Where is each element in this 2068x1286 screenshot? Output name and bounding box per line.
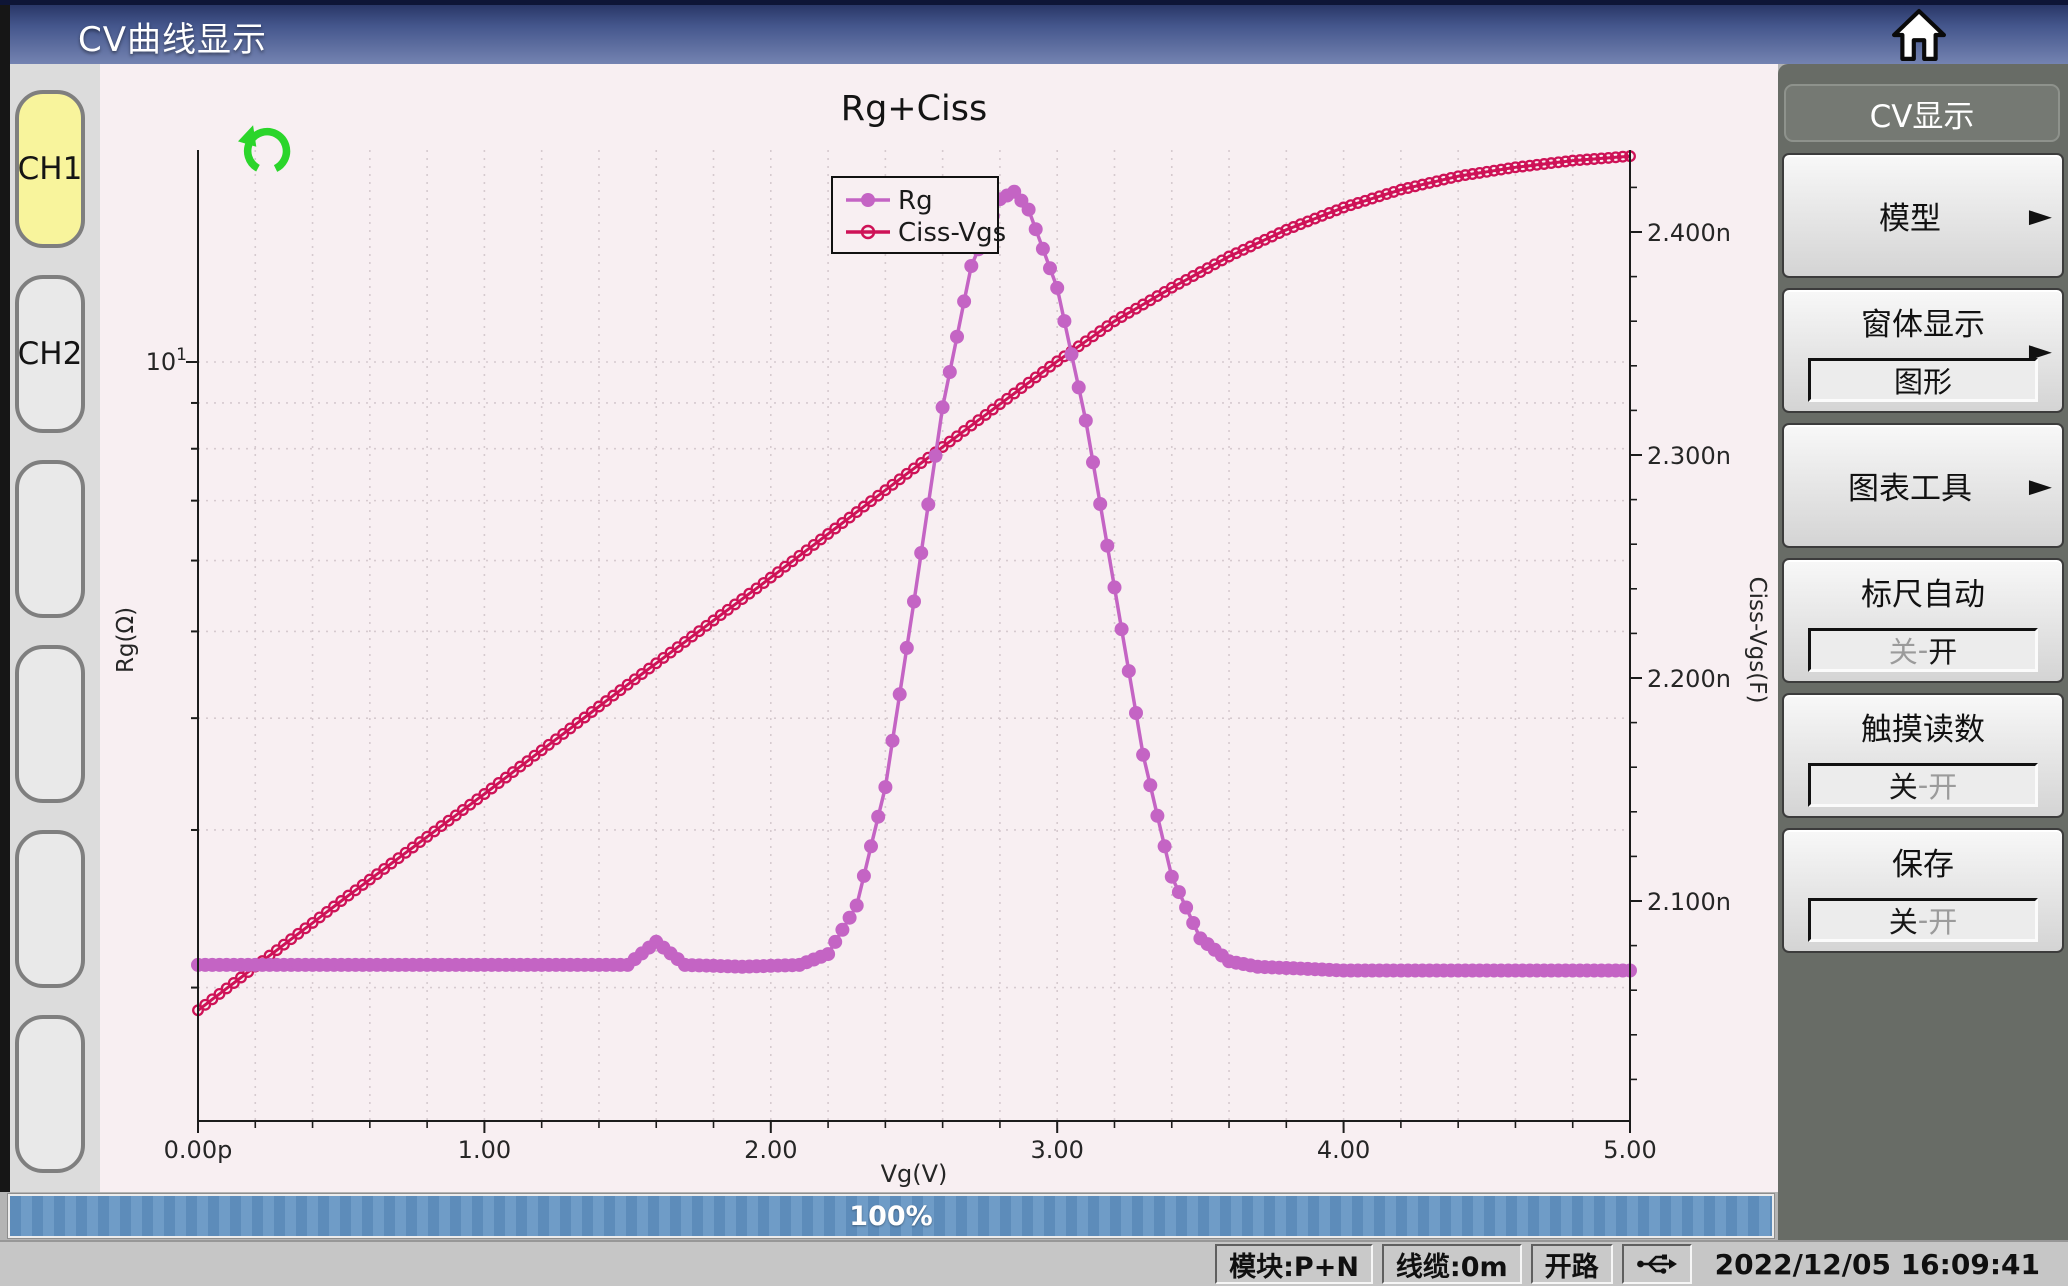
svg-text:1.00: 1.00 bbox=[458, 1136, 511, 1164]
refresh-busy-icon bbox=[238, 122, 294, 178]
progress-zone: 100% bbox=[0, 1192, 1778, 1240]
window-display-value[interactable]: 图形 bbox=[1808, 358, 2038, 402]
left-axis-tick-label: 101 bbox=[146, 345, 187, 376]
svg-text:2.300n: 2.300n bbox=[1647, 442, 1731, 470]
menu-button-chart-tools[interactable]: 图表工具 ► bbox=[1782, 423, 2064, 548]
top-edge bbox=[0, 0, 2068, 5]
left-edge bbox=[0, 5, 10, 1192]
svg-text:2.400n: 2.400n bbox=[1647, 219, 1731, 247]
status-cable: 线缆:0m bbox=[1382, 1244, 1522, 1284]
chart-title: Rg+Ciss bbox=[841, 89, 988, 129]
svg-text:5.00: 5.00 bbox=[1603, 1136, 1656, 1164]
status-datetime: 2022/12/05 16:09:41 bbox=[1715, 1248, 2040, 1281]
right-menu-panel: CV显示 模型 ► 窗体显示 ► 图形 图表工具 ► 标尺自动 关-开 触摸读数… bbox=[1778, 64, 2068, 1240]
cv-chart: Rg+Ciss 0.00p 1.00 2.00 3.00 4.00 5.00 Vg(V) 101… bbox=[100, 64, 1778, 1192]
touch-readout-toggle[interactable]: 关-开 bbox=[1808, 763, 2038, 807]
x-axis-label: Vg(V) bbox=[881, 1160, 948, 1188]
menu-button-save[interactable]: 保存 关-开 bbox=[1782, 828, 2064, 953]
ciss-series bbox=[193, 151, 1635, 1015]
menu-button-window-display[interactable]: 窗体显示 ► 图形 bbox=[1782, 288, 2064, 413]
usb-status-box bbox=[1622, 1244, 1692, 1284]
channel-button-ch1[interactable]: CH1 bbox=[15, 90, 85, 248]
svg-text:Ciss-Vgs: Ciss-Vgs bbox=[898, 218, 1006, 248]
channel-button-empty-4[interactable] bbox=[15, 1015, 85, 1173]
menu-button-model[interactable]: 模型 ► bbox=[1782, 153, 2064, 278]
status-bar: 模块:P+N 线缆:0m 开路 2022/12/05 16:09:41 bbox=[0, 1240, 2068, 1286]
progress-bar: 100% bbox=[8, 1194, 1774, 1238]
menu-button-touch-readout[interactable]: 触摸读数 关-开 bbox=[1782, 693, 2064, 818]
submenu-arrow-icon: ► bbox=[2029, 468, 2052, 503]
chart-legend: RgCiss-Vgs bbox=[832, 177, 1006, 253]
svg-text:2.100n: 2.100n bbox=[1647, 888, 1731, 916]
chart-axes bbox=[186, 150, 1642, 1133]
progress-label: 100% bbox=[849, 1201, 932, 1232]
status-module: 模块:P+N bbox=[1215, 1244, 1373, 1284]
window-title: CV曲线显示 bbox=[78, 12, 267, 61]
channel-button-empty-3[interactable] bbox=[15, 830, 85, 988]
channel-sidebar: CH1 CH2 bbox=[10, 64, 100, 1192]
menu-button-autoscale[interactable]: 标尺自动 关-开 bbox=[1782, 558, 2064, 683]
left-axis-label: Rg(Ω) bbox=[113, 607, 139, 673]
home-icon[interactable] bbox=[1890, 8, 1948, 62]
svg-text:2.200n: 2.200n bbox=[1647, 665, 1731, 693]
menu-header: CV显示 bbox=[1784, 84, 2060, 142]
usb-icon bbox=[1636, 1250, 1678, 1278]
svg-text:3.00: 3.00 bbox=[1030, 1136, 1083, 1164]
rg-series bbox=[191, 185, 1637, 978]
channel-button-empty-1[interactable] bbox=[15, 460, 85, 618]
channel-button-empty-2[interactable] bbox=[15, 645, 85, 803]
svg-text:Rg: Rg bbox=[898, 186, 933, 216]
svg-text:2.00: 2.00 bbox=[744, 1136, 797, 1164]
channel-button-ch2[interactable]: CH2 bbox=[15, 275, 85, 433]
right-axis-label: Ciss-Vgs(F) bbox=[1744, 577, 1770, 704]
svg-text:4.00: 4.00 bbox=[1317, 1136, 1370, 1164]
submenu-arrow-icon: ► bbox=[2029, 198, 2052, 233]
svg-text:0.00p: 0.00p bbox=[164, 1136, 233, 1164]
status-circuit: 开路 bbox=[1531, 1244, 1613, 1284]
autoscale-toggle[interactable]: 关-开 bbox=[1808, 628, 2038, 672]
title-bar: CV曲线显示 bbox=[0, 0, 2068, 64]
save-toggle[interactable]: 关-开 bbox=[1808, 898, 2038, 942]
